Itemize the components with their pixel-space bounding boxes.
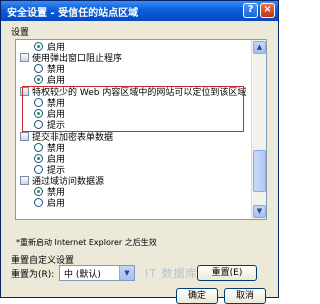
radio-button[interactable] [34,98,43,107]
window-title: 安全设置 - 受信任的站点区域 [7,8,139,19]
radio-button[interactable] [34,120,43,129]
radio-button[interactable] [34,42,43,51]
option-label: 启用 [47,43,66,53]
scroll-down-button[interactable]: ▼ [253,205,266,218]
category-label: 提交非加密表单数据 [32,133,114,143]
settings-group-icon [20,87,29,96]
radio-button[interactable] [34,198,43,207]
radio-option[interactable]: 启用 [34,75,65,87]
scroll-up-button[interactable]: ▲ [253,41,266,54]
settings-group-icon [20,132,29,141]
option-label: 禁用 [47,188,66,198]
vertical-scrollbar[interactable]: ▲ ▼ [251,40,266,219]
category-label: 使用弹出窗口阻止程序 [32,54,123,64]
reset-to-label: 重置为(R): [11,270,55,280]
cancel-button[interactable]: 取消 [224,288,266,304]
help-button[interactable]: ? [243,3,258,18]
option-label: 启用 [47,76,66,86]
restart-note: *重新启动 Internet Explorer 之后生效 [16,238,157,247]
settings-group-icon [20,176,29,185]
close-button[interactable]: × [260,3,275,18]
option-label: 禁用 [47,99,66,109]
reset-level-select[interactable]: 中 (默认) ▼ [59,265,135,281]
radio-option[interactable]: 启用 [34,198,65,210]
option-label: 启用 [47,199,66,209]
title-bar[interactable]: 安全设置 - 受信任的站点区域 ? × [1,1,278,21]
radio-button[interactable] [34,75,43,84]
settings-group-icon [20,53,29,62]
option-label: 提示 [47,121,66,131]
ok-button[interactable]: 确定 [176,288,218,304]
category-label: 通过域访问数据源 [32,177,105,187]
radio-option[interactable]: 提示 [34,120,65,132]
option-label: 禁用 [47,144,66,154]
category-label: 特权较少的 Web 内容区域中的网站可以定位到该区域 [32,88,247,98]
security-settings-dialog: 安全设置 - 受信任的站点区域 ? × 设置 启用 使用弹出窗口阻止程序 禁用 … [0,0,279,298]
radio-button[interactable] [34,187,43,196]
option-label: 启用 [47,110,66,120]
option-label: 启用 [47,155,66,165]
settings-section-label: 设置 [11,28,30,38]
option-label: 禁用 [47,65,66,75]
settings-list[interactable]: 启用 使用弹出窗口阻止程序 禁用 启用 特权较少的 Web 内容区域中的网站可以… [15,39,267,220]
chevron-down-icon[interactable]: ▼ [119,266,134,280]
radio-button[interactable] [34,154,43,163]
radio-button[interactable] [34,143,43,152]
option-label: 提示 [47,166,66,176]
select-value: 中 (默认) [64,270,101,280]
radio-button[interactable] [34,109,43,118]
radio-button[interactable] [34,165,43,174]
scrollbar-thumb[interactable] [253,150,266,192]
reset-button[interactable]: 重置(E) [197,265,257,281]
radio-button[interactable] [34,64,43,73]
